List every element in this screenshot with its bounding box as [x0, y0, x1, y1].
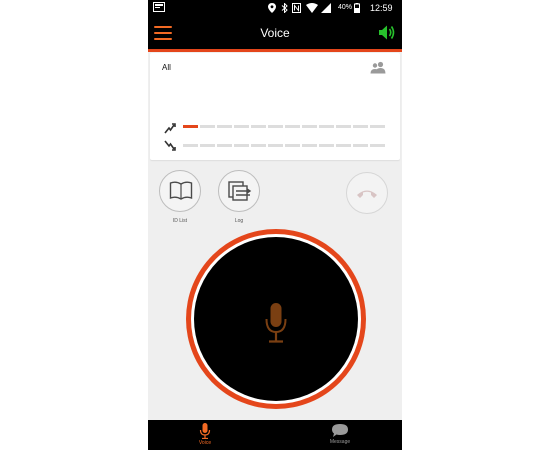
meter-segment [234, 125, 249, 128]
wifi-icon [306, 3, 318, 13]
bottom-nav: Voice Message [148, 420, 402, 450]
push-to-talk-core [194, 237, 358, 401]
transmit-level-meter [183, 125, 386, 128]
hang-up-button[interactable] [346, 172, 388, 214]
meter-segment [370, 144, 385, 147]
speaker-icon[interactable] [378, 24, 396, 41]
meter-segment [336, 125, 351, 128]
meter-segment [268, 144, 283, 147]
tab-message[interactable]: Message [300, 420, 380, 450]
meter-segment [319, 125, 334, 128]
phone-screen: 40% 12:59 Voice All ID List Log Voice Me… [148, 0, 402, 450]
id-list-label: ID List [172, 218, 188, 224]
battery-icon [354, 3, 360, 13]
microphone-icon [264, 303, 288, 343]
meter-segment [353, 125, 368, 128]
bluetooth-icon [281, 3, 288, 13]
receive-icon [164, 139, 176, 151]
status-bar: 40% 12:59 [148, 0, 402, 17]
meter-segment [251, 144, 266, 147]
battery-percent: 40% [338, 4, 353, 11]
id-list-button[interactable] [159, 170, 201, 212]
log-button[interactable] [218, 170, 260, 212]
meter-segment [200, 144, 215, 147]
meter-segment [285, 144, 300, 147]
tab-message-label: Message [329, 439, 351, 445]
meter-segment [217, 144, 232, 147]
meter-segment [370, 125, 385, 128]
meter-segment [302, 125, 317, 128]
clock: 12:59 [370, 3, 393, 13]
message-bubble-icon [300, 423, 380, 438]
tab-voice-label: Voice [198, 440, 212, 446]
tab-voice[interactable]: Voice [165, 420, 245, 450]
group-icon[interactable] [370, 61, 386, 74]
push-to-talk-button[interactable] [186, 229, 366, 409]
transmit-icon [164, 121, 176, 134]
meter-segment [217, 125, 232, 128]
channel-card[interactable]: All [150, 53, 400, 160]
log-label: Log [234, 218, 244, 224]
meter-segment [234, 144, 249, 147]
receive-level-meter [183, 144, 386, 147]
page-title: Voice [260, 26, 290, 40]
location-icon [268, 3, 276, 13]
meter-segment [183, 144, 198, 147]
meter-segment [268, 125, 283, 128]
meter-segment [353, 144, 368, 147]
channel-label: All [162, 63, 171, 72]
nfc-icon [292, 3, 301, 13]
voice-tab-mic-icon [165, 423, 245, 439]
meter-segment [302, 144, 317, 147]
meter-segment [319, 144, 334, 147]
meter-segment [285, 125, 300, 128]
app-header: Voice [148, 17, 402, 52]
meter-segment [251, 125, 266, 128]
signal-icon [321, 3, 331, 13]
meter-segment [336, 144, 351, 147]
notification-icon [153, 2, 165, 12]
header-accent-line [148, 49, 402, 52]
push-to-talk-gap [191, 234, 361, 404]
meter-segment [183, 125, 198, 128]
meter-segment [200, 125, 215, 128]
